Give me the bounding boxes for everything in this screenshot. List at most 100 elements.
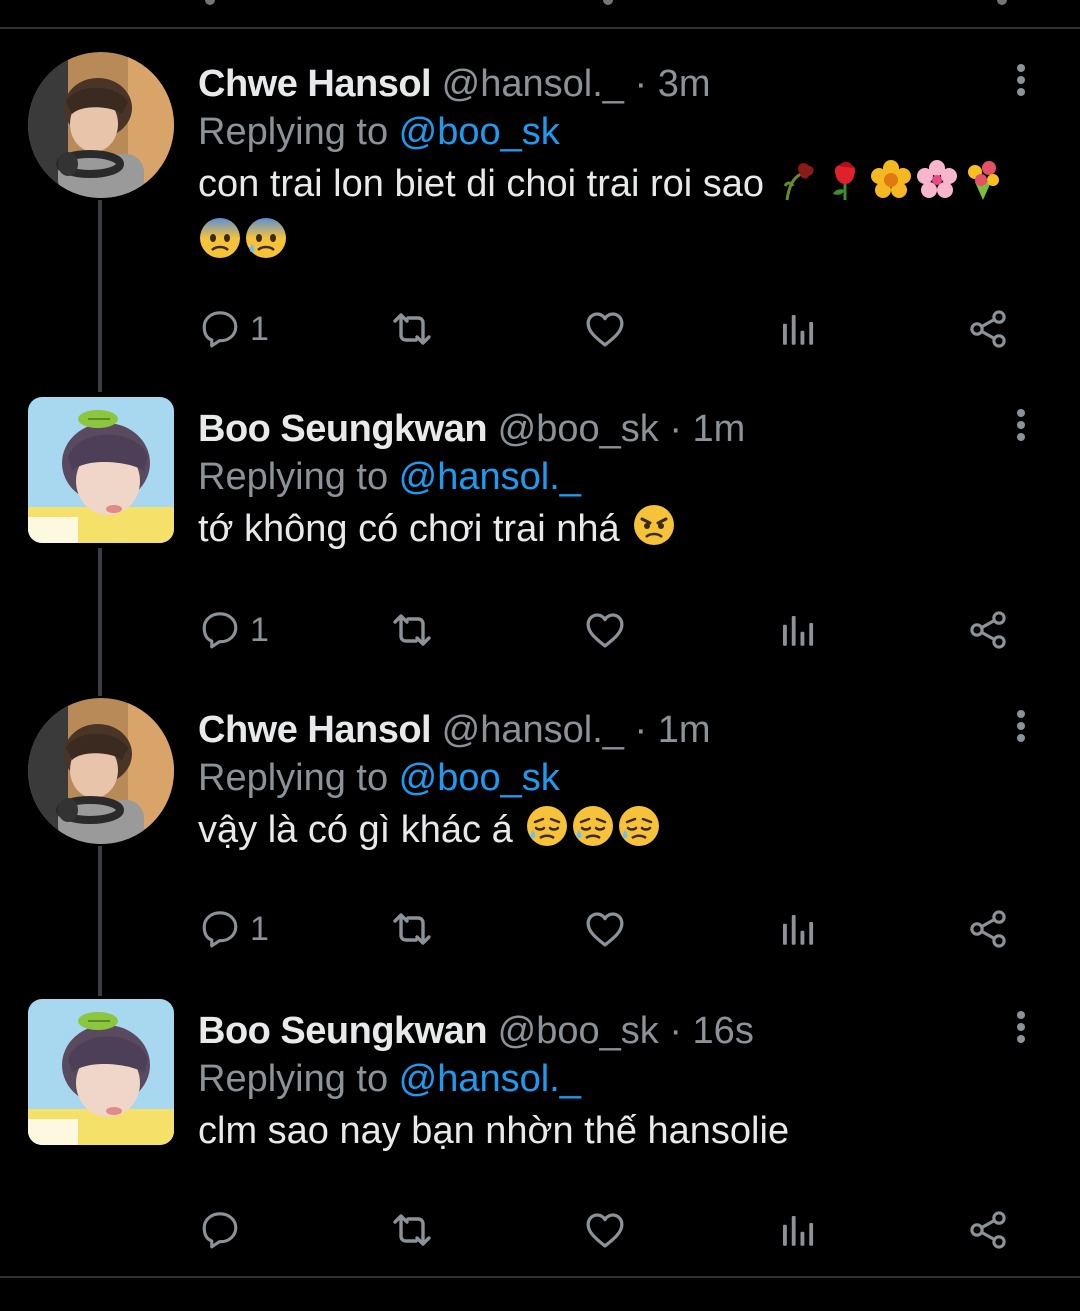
previous-tweet-actions-fragment bbox=[0, 0, 1080, 14]
more-options-icon[interactable] bbox=[1006, 706, 1036, 754]
replying-prefix: Replying to bbox=[198, 1058, 399, 1100]
blossom-icon bbox=[869, 158, 913, 216]
retweet-button[interactable] bbox=[388, 304, 436, 354]
tweet-text: con trai lon biet di choi trai roi sao bbox=[198, 158, 1048, 274]
cherry-blossom-icon bbox=[915, 158, 959, 216]
reply-icon bbox=[198, 907, 242, 951]
tweet-text-content: tớ không có chơi trai nhá bbox=[198, 508, 620, 550]
replying-to: Replying to @hansol._ bbox=[198, 453, 581, 501]
views-icon bbox=[776, 609, 818, 651]
replying-to: Replying to @boo_sk bbox=[198, 108, 560, 156]
tweet[interactable]: Boo Seungkwan @boo_sk · 1m Replying to @… bbox=[0, 397, 1080, 665]
reply-icon bbox=[198, 1208, 242, 1252]
angry-face-icon bbox=[632, 503, 676, 561]
reply-count: 1 bbox=[250, 309, 269, 348]
retweet-icon bbox=[388, 606, 436, 654]
views-icon bbox=[776, 1209, 818, 1251]
like-button[interactable] bbox=[582, 304, 628, 354]
replying-to: Replying to @hansol._ bbox=[198, 1055, 581, 1103]
views-icon bbox=[776, 908, 818, 950]
author-name[interactable]: Chwe Hansol bbox=[198, 709, 432, 751]
share-button[interactable] bbox=[966, 1205, 1010, 1255]
share-icon bbox=[966, 307, 1010, 351]
tweet-text: clm sao nay bạn nhờn thế hansolie bbox=[198, 1105, 1048, 1157]
tweet-text: tớ không có chơi trai nhá bbox=[198, 503, 1048, 561]
share-button[interactable] bbox=[966, 605, 1010, 655]
timestamp[interactable]: 16s bbox=[693, 1010, 754, 1052]
tweet-text: vậy là có gì khác á bbox=[198, 804, 1048, 862]
separator: · bbox=[669, 408, 682, 450]
reply-icon bbox=[198, 307, 242, 351]
replying-prefix: Replying to bbox=[198, 456, 399, 498]
share-icon bbox=[966, 1208, 1010, 1252]
replying-prefix: Replying to bbox=[198, 757, 399, 799]
reply-count: 1 bbox=[250, 610, 269, 649]
replying-handle-link[interactable]: @boo_sk bbox=[399, 111, 560, 153]
like-icon bbox=[582, 1207, 628, 1253]
wilted-flower-icon bbox=[777, 158, 821, 216]
author-handle[interactable]: @boo_sk bbox=[498, 408, 659, 450]
author-name[interactable]: Chwe Hansol bbox=[198, 63, 432, 105]
reply-button[interactable]: 1 bbox=[198, 605, 269, 655]
sad-relieved-face-icon bbox=[525, 804, 569, 862]
replying-handle-link[interactable]: @hansol._ bbox=[399, 456, 581, 498]
like-icon bbox=[582, 306, 628, 352]
reply-button[interactable]: 1 bbox=[198, 304, 269, 354]
tweet-text-content: con trai lon biet di choi trai roi sao bbox=[198, 163, 765, 205]
retweet-icon bbox=[388, 305, 436, 353]
avatar[interactable] bbox=[28, 698, 174, 844]
timestamp[interactable]: 1m bbox=[693, 408, 746, 450]
top-divider bbox=[0, 27, 1080, 29]
retweet-icon bbox=[388, 1206, 436, 1254]
replying-handle-link[interactable]: @boo_sk bbox=[399, 757, 560, 799]
tweet-text-content: clm sao nay bạn nhờn thế hansolie bbox=[198, 1110, 790, 1152]
bouquet-icon bbox=[961, 158, 1005, 216]
tweet[interactable]: Boo Seungkwan @boo_sk · 16s Replying to … bbox=[0, 999, 1080, 1267]
share-button[interactable] bbox=[966, 304, 1010, 354]
retweet-icon bbox=[388, 905, 436, 953]
like-button[interactable] bbox=[582, 1205, 628, 1255]
more-options-icon[interactable] bbox=[1006, 60, 1036, 108]
like-icon bbox=[582, 607, 628, 653]
tweet[interactable]: Chwe Hansol @hansol._ · 3m Replying to @… bbox=[0, 52, 1080, 360]
author-handle[interactable]: @boo_sk bbox=[498, 1010, 659, 1052]
like-button[interactable] bbox=[582, 904, 628, 954]
author-handle[interactable]: @hansol._ bbox=[442, 709, 624, 751]
avatar[interactable] bbox=[28, 52, 174, 198]
avatar[interactable] bbox=[28, 397, 174, 543]
retweet-button[interactable] bbox=[388, 904, 436, 954]
views-button[interactable] bbox=[776, 1205, 818, 1255]
share-icon bbox=[966, 907, 1010, 951]
timestamp[interactable]: 1m bbox=[658, 709, 711, 751]
tweet[interactable]: Chwe Hansol @hansol._ · 1m Replying to @… bbox=[0, 698, 1080, 966]
retweet-button[interactable] bbox=[388, 605, 436, 655]
author-name[interactable]: Boo Seungkwan bbox=[198, 408, 488, 450]
author-name[interactable]: Boo Seungkwan bbox=[198, 1010, 488, 1052]
avatar[interactable] bbox=[28, 999, 174, 1145]
author-handle[interactable]: @hansol._ bbox=[442, 63, 624, 105]
tweet-text-content: vậy là có gì khác á bbox=[198, 809, 513, 851]
bottom-divider bbox=[0, 1276, 1080, 1278]
timestamp[interactable]: 3m bbox=[658, 63, 711, 105]
more-options-icon[interactable] bbox=[1006, 405, 1036, 453]
anxious-face-with-sweat-icon bbox=[244, 216, 288, 274]
views-button[interactable] bbox=[776, 304, 818, 354]
tweet-actions: 1 bbox=[198, 904, 1028, 954]
share-button[interactable] bbox=[966, 904, 1010, 954]
like-button[interactable] bbox=[582, 605, 628, 655]
separator: · bbox=[669, 1010, 682, 1052]
reply-button[interactable]: 1 bbox=[198, 904, 269, 954]
replying-prefix: Replying to bbox=[198, 111, 399, 153]
reply-button[interactable] bbox=[198, 1205, 242, 1255]
replying-handle-link[interactable]: @hansol._ bbox=[399, 1058, 581, 1100]
like-icon bbox=[582, 906, 628, 952]
views-button[interactable] bbox=[776, 605, 818, 655]
tweet-actions bbox=[198, 1205, 1028, 1255]
fearful-face-icon bbox=[198, 216, 242, 274]
views-button[interactable] bbox=[776, 904, 818, 954]
more-options-icon[interactable] bbox=[1006, 1007, 1036, 1055]
sad-relieved-face-icon bbox=[571, 804, 615, 862]
separator: · bbox=[634, 709, 648, 751]
retweet-button[interactable] bbox=[388, 1205, 436, 1255]
tweet-actions: 1 bbox=[198, 304, 1028, 354]
